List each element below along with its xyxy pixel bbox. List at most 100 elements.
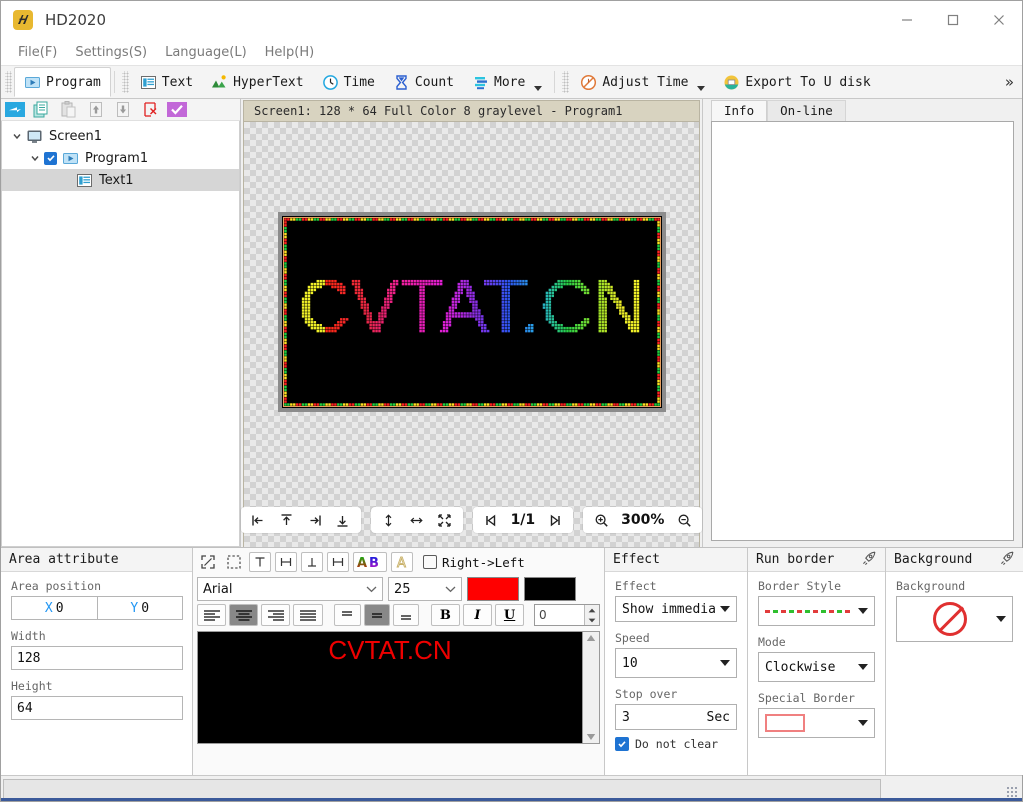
toolbar-adjust-time-button[interactable]: Adjust Time [571, 67, 714, 97]
zoom-in-icon[interactable] [587, 509, 615, 531]
background-select[interactable] [896, 596, 1013, 642]
letter-spacing-stepper[interactable]: 0 [534, 604, 600, 626]
align-right-icon[interactable] [261, 604, 291, 626]
chevron-down-icon-2[interactable] [697, 86, 706, 91]
valign-bottom-icon[interactable] [392, 604, 419, 626]
copy-pages-icon[interactable] [31, 100, 53, 119]
spacing-up-icon[interactable] [584, 605, 599, 615]
minimize-icon[interactable] [884, 1, 930, 39]
valign-middle-icon[interactable] [363, 604, 390, 626]
select-area-icon[interactable] [223, 552, 245, 572]
fit-height-icon[interactable] [375, 509, 403, 531]
toolbar-overflow-icon[interactable]: » [1005, 73, 1014, 91]
menu-help[interactable]: Help(H) [256, 42, 324, 63]
tree-node-screen1[interactable]: Screen1 [2, 125, 239, 147]
fit-width-icon[interactable] [403, 509, 431, 531]
toolbar-time-button[interactable]: Time [313, 67, 384, 97]
toolbar-grip[interactable] [5, 71, 12, 93]
led-screen[interactable] [277, 211, 666, 412]
check-all-icon[interactable] [166, 100, 188, 119]
align-right-edge-icon[interactable] [301, 509, 329, 531]
rtl-checkbox[interactable] [423, 555, 437, 569]
speed-select[interactable]: 10 [615, 648, 737, 678]
area-height-input[interactable]: 64 [11, 696, 183, 720]
fit-horizontal-icon[interactable] [275, 552, 297, 572]
valign-top-icon[interactable] [334, 604, 361, 626]
background-color-swatch[interactable] [524, 577, 576, 601]
expand-area-icon[interactable] [197, 552, 219, 572]
area-y-field[interactable]: Y 0 [97, 596, 183, 620]
tab-online[interactable]: On-line [767, 100, 846, 121]
toolbar-grip-3[interactable] [562, 71, 570, 93]
tree-checkbox-program1[interactable] [44, 151, 57, 165]
maximize-icon[interactable] [930, 1, 976, 39]
toolbar-program-button[interactable]: Program [14, 67, 111, 97]
tree-node-program1[interactable]: Program1 [2, 147, 239, 169]
align-center-icon[interactable] [229, 604, 259, 626]
rocket-icon-2[interactable] [999, 550, 1015, 570]
paste-icon[interactable] [58, 100, 80, 119]
text-editor-scrollbar[interactable] [582, 632, 599, 743]
underline-icon[interactable]: U [495, 604, 525, 626]
stopover-input[interactable]: 3 Sec [615, 704, 737, 730]
fit-vertical-icon[interactable] [301, 552, 323, 572]
outline-text-icon[interactable]: A [391, 552, 413, 572]
toolbar-text-button[interactable]: Text [131, 67, 202, 97]
border-mode-select[interactable]: Clockwise [758, 652, 875, 682]
menu-language[interactable]: Language(L) [156, 42, 256, 63]
prev-page-icon[interactable] [477, 509, 505, 531]
toolbar-adjust-time-label: Adjust Time [602, 74, 689, 90]
tab-info[interactable]: Info [711, 100, 768, 121]
area-width-input[interactable]: 128 [11, 646, 183, 670]
align-justify-icon[interactable] [293, 604, 323, 626]
align-left-icon[interactable] [197, 604, 227, 626]
close-icon[interactable] [976, 1, 1022, 39]
font-size-select[interactable]: 25 [388, 577, 462, 601]
bold-icon[interactable]: B [430, 604, 460, 626]
menu-file[interactable]: File(F) [9, 42, 66, 63]
scroll-down-icon[interactable] [586, 733, 596, 741]
spacing-arrows[interactable] [583, 605, 599, 625]
text-editor-preview[interactable]: CVTAT.CN [197, 631, 600, 744]
send-icon[interactable] [4, 100, 26, 119]
text-editor-content[interactable]: CVTAT.CN [198, 632, 582, 743]
italic-icon[interactable]: I [462, 604, 493, 626]
chevron-down-icon-speed [720, 660, 730, 666]
toolbar-hypertext-button[interactable]: HyperText [202, 67, 312, 97]
do-not-clear-checkbox[interactable] [615, 737, 629, 751]
move-up-icon[interactable] [85, 100, 107, 119]
fit-screen-icon[interactable] [431, 509, 459, 531]
toolbar-count-button[interactable]: Count [384, 67, 463, 97]
text-tool-icon[interactable] [249, 552, 271, 572]
chevron-down-icon[interactable] [534, 86, 543, 91]
toolbar-grip-2[interactable] [121, 71, 129, 93]
foreground-color-swatch[interactable] [467, 577, 519, 601]
align-left-edge-icon[interactable] [245, 509, 273, 531]
next-page-icon[interactable] [541, 509, 569, 531]
scroll-up-icon[interactable] [586, 634, 596, 642]
chevron-expanded-icon[interactable] [8, 131, 26, 141]
toolbar-export-usb-button[interactable]: Export To U disk [714, 67, 879, 97]
chevron-expanded-icon-2[interactable] [26, 153, 44, 163]
border-style-select[interactable] [758, 596, 875, 626]
info-log-box[interactable] [711, 121, 1014, 541]
zoom-out-icon[interactable] [670, 509, 698, 531]
program-tree[interactable]: Screen1 Program1 Text1 [1, 121, 240, 547]
rocket-icon[interactable] [861, 550, 877, 570]
align-bottom-edge-icon[interactable] [329, 509, 357, 531]
area-x-field[interactable]: X 0 [11, 596, 98, 620]
font-family-select[interactable]: Arial [197, 577, 383, 601]
toolbar-more-button[interactable]: More [463, 67, 551, 97]
special-border-select[interactable] [758, 708, 875, 738]
tree-node-text1[interactable]: Text1 [2, 169, 239, 191]
move-down-icon[interactable] [112, 100, 134, 119]
preview-canvas[interactable]: 1/1 300% [240, 122, 703, 547]
colorful-text-icon[interactable]: A B [353, 552, 387, 572]
fit-both-icon[interactable] [327, 552, 349, 572]
delete-icon[interactable] [139, 100, 161, 119]
menu-settings[interactable]: Settings(S) [66, 42, 156, 63]
align-top-edge-icon[interactable] [273, 509, 301, 531]
spacing-down-icon[interactable] [584, 615, 599, 625]
do-not-clear-row[interactable]: Do not clear [615, 737, 737, 751]
effect-select[interactable]: Show immedia [615, 596, 737, 622]
